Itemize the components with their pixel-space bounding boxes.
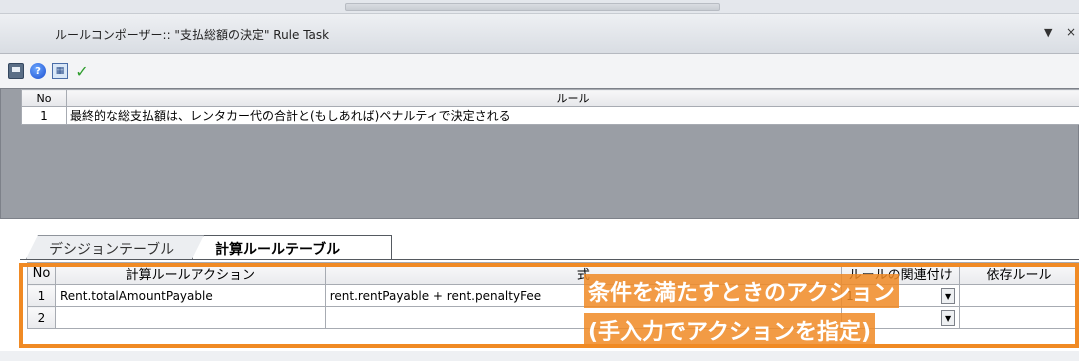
- tab-calc-rule-table[interactable]: 計算ルールテーブル: [192, 235, 392, 259]
- top-splitter[interactable]: [0, 0, 1079, 14]
- splitter-handle[interactable]: [345, 3, 720, 11]
- table-row[interactable]: 1 最終的な総支払額は、レンタカー代の合計と(もしあれば)ペナルティで決定される: [21, 106, 1079, 125]
- column-header-no: No: [21, 89, 67, 107]
- highlight-box: [19, 263, 1079, 348]
- check-icon[interactable]: ✓: [74, 62, 90, 81]
- toolbar: ? ▦ ✓: [0, 54, 1079, 88]
- tab-decision-table[interactable]: デシジョンテーブル: [26, 235, 204, 259]
- chevron-down-icon[interactable]: ▼: [1044, 26, 1052, 39]
- row-number: 1: [21, 106, 67, 125]
- rule-table: No ルール 1 最終的な総支払額は、レンタカー代の合計と(もしあれば)ペナルテ…: [21, 89, 1079, 125]
- annotation-line-1: 条件を満たすときのアクション: [584, 274, 899, 308]
- rule-text-cell[interactable]: 最終的な総支払額は、レンタカー代の合計と(もしあれば)ペナルティで決定される: [66, 106, 1079, 125]
- close-icon[interactable]: ×: [1066, 25, 1076, 39]
- help-icon[interactable]: ?: [30, 63, 46, 79]
- table-icon[interactable]: ▦: [52, 63, 68, 79]
- window-title: ルールコンポーザー:: "支払総額の決定" Rule Task: [55, 28, 330, 42]
- title-bar: ルールコンポーザー:: "支払総額の決定" Rule Task ▼ ×: [0, 14, 1079, 54]
- divider: [0, 219, 1079, 235]
- tab-bar: デシジョンテーブル 計算ルールテーブル: [20, 235, 1079, 259]
- column-header-rule: ルール: [66, 89, 1079, 107]
- rule-panel: No ルール 1 最終的な総支払額は、レンタカー代の合計と(もしあれば)ペナルテ…: [0, 88, 1079, 219]
- annotation-line-2: (手入力でアクションを指定): [584, 313, 876, 347]
- status-strip: [0, 351, 1079, 361]
- save-icon[interactable]: [8, 63, 24, 79]
